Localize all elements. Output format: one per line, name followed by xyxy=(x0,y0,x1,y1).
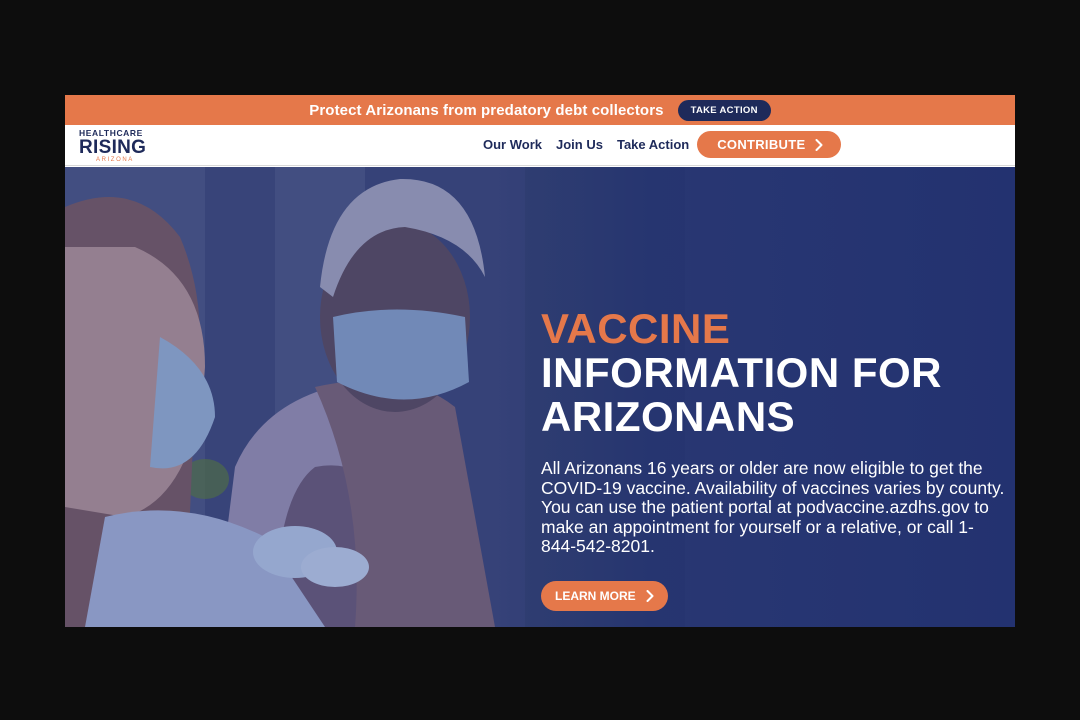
nav-join-us[interactable]: Join Us xyxy=(556,137,603,152)
chevron-right-icon xyxy=(646,590,654,602)
take-action-banner-button[interactable]: TAKE ACTION xyxy=(677,99,771,121)
healthcare-rising-logo[interactable]: HEALTHCARE RISING ARIZONA xyxy=(79,128,159,166)
logo-main-text: RISING xyxy=(79,137,147,158)
hero-section: VACCINE INFORMATION FOR ARIZONANS All Ar… xyxy=(65,167,1015,627)
logo-sub-text: ARIZONA xyxy=(96,157,134,163)
site-header: HEALTHCARE RISING ARIZONA Our Work Join … xyxy=(65,125,1015,166)
contribute-label: CONTRIBUTE xyxy=(717,137,806,152)
hero-headline-accent: VACCINE xyxy=(541,305,731,352)
banner-text: Protect Arizonans from predatory debt co… xyxy=(309,101,664,119)
hero-body-text: All Arizonans 16 years or older are now … xyxy=(541,458,1005,556)
contribute-button[interactable]: CONTRIBUTE xyxy=(697,131,842,158)
hero-content: VACCINE INFORMATION FOR ARIZONANS All Ar… xyxy=(541,307,1011,557)
website-frame: Protect Arizonans from predatory debt co… xyxy=(65,95,1015,627)
chevron-right-icon xyxy=(815,138,823,151)
hero-headline-line2: INFORMATION FOR xyxy=(541,349,943,396)
learn-more-button[interactable]: LEARN MORE xyxy=(541,581,668,611)
nav-take-action[interactable]: Take Action xyxy=(617,137,689,152)
nav-our-work[interactable]: Our Work xyxy=(483,137,542,152)
main-nav: Our Work Join Us Take Action CONTRIBUTE xyxy=(483,131,842,158)
announcement-banner: Protect Arizonans from predatory debt co… xyxy=(65,95,1015,125)
hero-headline-line3: ARIZONANS xyxy=(541,393,796,440)
learn-more-label: LEARN MORE xyxy=(555,589,636,603)
